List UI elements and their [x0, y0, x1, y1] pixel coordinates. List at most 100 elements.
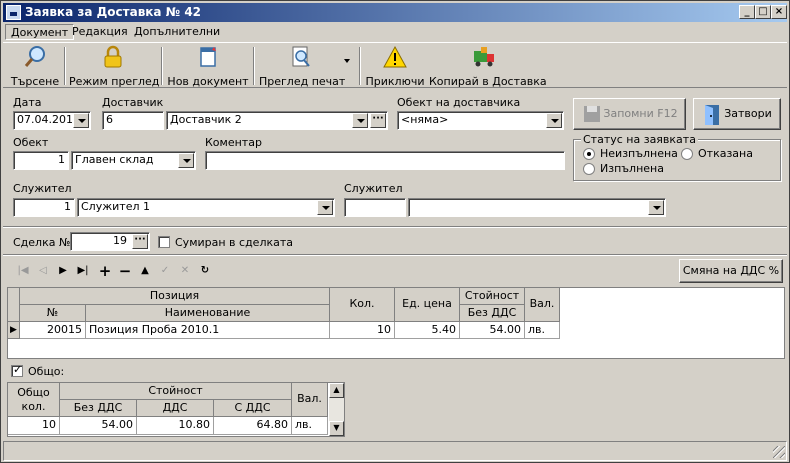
- summed-checkbox[interactable]: [158, 236, 170, 248]
- status-radio-fulfilled[interactable]: [583, 163, 595, 175]
- print-preview-icon: [292, 46, 310, 67]
- items-grid[interactable]: Позиция № Наименование Кол. Ед. цена Сто…: [7, 287, 785, 359]
- employee-name-field[interactable]: Служител 1: [77, 198, 335, 217]
- supplier-code-field[interactable]: 6: [102, 111, 164, 130]
- table-cell-currency[interactable]: лв.: [525, 322, 560, 339]
- totals-cell-qty: 10: [8, 417, 60, 435]
- table-cell-name[interactable]: Позиция Проба 2010.1: [86, 322, 330, 339]
- title-bar: Заявка за Доставка № 42 _ □ ×: [3, 3, 787, 22]
- scroll-up-button[interactable]: ▲: [329, 383, 344, 398]
- save-button[interactable]: Запомни F12: [573, 98, 686, 130]
- supplier-object-field[interactable]: <няма>: [397, 111, 564, 130]
- employee2-name-field[interactable]: [408, 198, 666, 217]
- divider: [3, 226, 787, 228]
- close-window-button[interactable]: ×: [771, 5, 787, 19]
- supplier-dropdown-button[interactable]: [352, 113, 368, 128]
- supplier-name-field[interactable]: Доставчик 2 ···: [166, 111, 388, 130]
- edit-record-icon[interactable]: ▲: [137, 263, 153, 279]
- copy-to-delivery-button[interactable]: Копирай в Доставка: [429, 45, 547, 88]
- table-cell-unit-price[interactable]: 5.40: [395, 322, 460, 339]
- toolbar-separator: [64, 47, 66, 85]
- employee2-dropdown-button[interactable]: [648, 200, 664, 215]
- menu-document[interactable]: Документ: [5, 24, 75, 40]
- last-record-icon[interactable]: ▶|: [75, 263, 91, 279]
- print-preview-button[interactable]: Преглед печат: [259, 45, 346, 88]
- status-radio-unfulfilled[interactable]: [583, 148, 595, 160]
- comment-field[interactable]: [205, 151, 565, 170]
- new-document-button[interactable]: Нов документ: [167, 45, 249, 88]
- supplier-object-value: <няма>: [401, 113, 449, 126]
- resize-grip-icon[interactable]: [773, 446, 785, 458]
- search-button[interactable]: Търсене: [9, 45, 61, 88]
- deal-lookup-button[interactable]: ···: [132, 234, 148, 249]
- employee-code-field[interactable]: 1: [13, 198, 75, 217]
- header-position-group: Позиция: [20, 288, 330, 305]
- first-record-icon[interactable]: |◀: [15, 263, 31, 279]
- menu-bar: Документ Редакция Допълнителни: [3, 23, 787, 41]
- header-currency[interactable]: Вал.: [525, 288, 560, 322]
- date-field[interactable]: 07.04.2010: [13, 111, 91, 130]
- refresh-icon[interactable]: ↻: [197, 263, 213, 279]
- status-title: Статус на заявката: [581, 133, 698, 146]
- table-cell-no-vat[interactable]: 54.00: [460, 322, 525, 339]
- row-indicator-icon: ▶: [8, 322, 20, 339]
- totals-grid: Общо кол. Стойност Без ДДС ДДС С ДДС Вал…: [7, 382, 345, 437]
- menu-edit[interactable]: Редакция: [67, 24, 133, 40]
- object-name-field[interactable]: Главен склад: [71, 151, 196, 170]
- finish-button[interactable]: Приключи: [365, 45, 425, 88]
- scroll-down-button[interactable]: ▼: [329, 421, 344, 436]
- object-dropdown-button[interactable]: [178, 153, 194, 168]
- header-name[interactable]: Наименование: [86, 305, 330, 322]
- object-code-field[interactable]: 1: [13, 151, 69, 170]
- status-label-fulfilled: Изпълнена: [600, 162, 664, 175]
- header-value-group: Стойност: [460, 288, 525, 305]
- cancel-record-icon[interactable]: ✕: [177, 263, 193, 279]
- toolbar-separator: [161, 47, 163, 85]
- truck-icon: [474, 47, 494, 67]
- insert-record-icon[interactable]: +: [97, 263, 113, 279]
- object-label: Обект: [13, 136, 49, 149]
- status-radio-refused[interactable]: [681, 148, 693, 160]
- menu-additional[interactable]: Допълнителни: [129, 24, 225, 40]
- window-title: Заявка за Доставка № 42: [25, 5, 202, 19]
- comment-label: Коментар: [205, 136, 262, 149]
- prior-record-icon[interactable]: ◁: [35, 263, 51, 279]
- date-label: Дата: [13, 96, 42, 109]
- search-label: Търсене: [10, 75, 60, 88]
- search-icon: [24, 46, 45, 67]
- employee2-code-field[interactable]: [344, 198, 406, 217]
- date-dropdown-button[interactable]: [73, 113, 89, 128]
- totals-header-currency: Вал.: [292, 383, 328, 417]
- header-qty[interactable]: Кол.: [330, 288, 395, 322]
- totals-cell-vat: 10.80: [137, 417, 214, 435]
- save-label: Запомни F12: [603, 107, 678, 120]
- header-no[interactable]: №: [20, 305, 86, 322]
- close-button[interactable]: Затвори: [693, 98, 781, 130]
- header-unit-price[interactable]: Ед. цена: [395, 288, 460, 322]
- print-preview-label: Преглед печат: [259, 75, 346, 88]
- next-record-icon[interactable]: ▶: [55, 263, 71, 279]
- table-cell-no[interactable]: 20015: [20, 322, 86, 339]
- maximize-button[interactable]: □: [755, 5, 771, 19]
- totals-header-vat: ДДС: [137, 400, 214, 417]
- close-label: Затвори: [724, 107, 772, 120]
- scrollbar-track[interactable]: [329, 398, 344, 421]
- delete-record-icon[interactable]: −: [117, 263, 133, 279]
- minimize-button[interactable]: _: [739, 5, 755, 19]
- supplier-object-dropdown-button[interactable]: [546, 113, 562, 128]
- post-record-icon[interactable]: ✓: [157, 263, 173, 279]
- header-no-vat[interactable]: Без ДДС: [460, 305, 525, 322]
- print-dropdown-icon[interactable]: [344, 59, 350, 63]
- new-document-icon: [200, 47, 216, 67]
- totals-cell-with-vat: 64.80: [214, 417, 292, 435]
- supplier-lookup-button[interactable]: ···: [370, 113, 386, 128]
- totals-checkbox[interactable]: [11, 363, 23, 377]
- finish-label: Приключи: [365, 75, 425, 88]
- view-mode-button[interactable]: Режим преглед: [69, 45, 159, 88]
- status-label-refused: Отказана: [698, 147, 753, 160]
- deal-field[interactable]: 19 ···: [70, 232, 150, 251]
- table-cell-qty[interactable]: 10: [330, 322, 395, 339]
- vat-change-button[interactable]: Смяна на ДДС %: [679, 259, 783, 283]
- save-icon: [584, 106, 600, 122]
- employee-dropdown-button[interactable]: [317, 200, 333, 215]
